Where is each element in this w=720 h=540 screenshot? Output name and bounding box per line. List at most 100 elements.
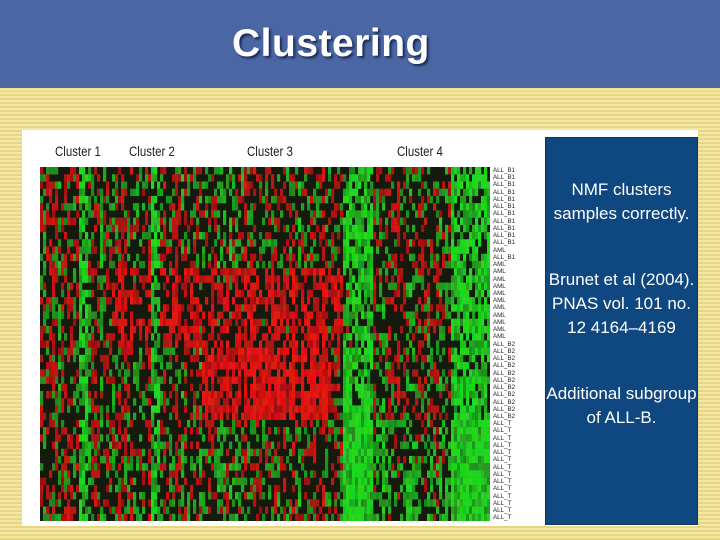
heatmap-cell (445, 311, 449, 319)
heatmap-cell (358, 174, 362, 182)
heatmap-cell (271, 217, 275, 225)
heatmap-cell (265, 376, 269, 384)
heatmap-cell (388, 412, 392, 421)
heatmap-cell (178, 506, 182, 514)
heatmap-cell (451, 167, 455, 175)
heatmap-cell (136, 289, 140, 298)
heatmap-cell (382, 376, 386, 384)
heatmap-cell (463, 441, 467, 449)
heatmap-cell (268, 390, 272, 399)
heatmap-cell (97, 499, 101, 507)
heatmap-cell (322, 174, 326, 182)
heatmap-cell (223, 239, 227, 247)
heatmap-cell (109, 369, 113, 377)
heatmap-cell (229, 188, 233, 197)
heatmap-cell (487, 318, 490, 327)
heatmap-cell (367, 253, 371, 262)
heatmap-cell (382, 470, 386, 478)
heatmap-cell (367, 340, 371, 348)
heatmap-cell (268, 347, 272, 356)
heatmap-cell (52, 311, 56, 319)
heatmap-cell (238, 492, 242, 500)
heatmap-cell (88, 455, 92, 464)
heatmap-cell (214, 463, 218, 471)
heatmap-cell (208, 195, 212, 204)
heatmap-cell (100, 282, 104, 291)
heatmap-cell (49, 354, 53, 363)
heatmap-cell (481, 499, 485, 507)
heatmap-cell (190, 297, 194, 305)
heatmap-cell (46, 492, 50, 500)
heatmap-cell (274, 325, 278, 334)
heatmap-cell (373, 333, 377, 341)
heatmap-cell (358, 369, 362, 377)
heatmap-cell (451, 217, 455, 225)
heatmap-cell (349, 167, 353, 175)
heatmap-cell (376, 246, 380, 254)
heatmap-cell (241, 333, 245, 341)
heatmap-cell (352, 470, 356, 478)
heatmap-cell (307, 297, 311, 305)
heatmap-cell (202, 412, 206, 421)
heatmap-cell (286, 167, 290, 175)
heatmap-cell (199, 470, 203, 478)
heatmap-cell (124, 239, 128, 247)
heatmap-cell (478, 333, 482, 341)
heatmap-cell (217, 376, 221, 384)
heatmap-cell (346, 470, 350, 478)
heatmap-cell (433, 470, 437, 478)
heatmap-cell (280, 304, 284, 312)
heatmap-cell (346, 405, 350, 413)
heatmap-cell (373, 484, 377, 493)
heatmap-cell (472, 513, 476, 521)
heatmap-cell (163, 232, 167, 240)
heatmap-cell (340, 441, 344, 449)
heatmap-cell (472, 354, 476, 363)
heatmap-cell (331, 419, 335, 428)
heatmap-cell (319, 477, 323, 486)
heatmap-cell (43, 412, 47, 421)
heatmap-cell (445, 289, 449, 298)
heatmap-cell (157, 405, 161, 413)
heatmap-cell (463, 239, 467, 247)
heatmap-cell (364, 419, 368, 428)
heatmap-cell (73, 398, 77, 406)
heatmap-cell (52, 347, 56, 356)
heatmap-cell (49, 304, 53, 312)
heatmap-cell (247, 167, 251, 175)
heatmap-cell (253, 419, 257, 428)
heatmap-cell (241, 174, 245, 182)
heatmap-cell (181, 362, 185, 370)
heatmap-cell (265, 318, 269, 327)
heatmap-cell (85, 318, 89, 327)
heatmap-cell (154, 246, 158, 254)
heatmap-cell (85, 195, 89, 204)
heatmap-cell (73, 253, 77, 262)
heatmap-cell (370, 203, 374, 211)
heatmap-cell (343, 333, 347, 341)
heatmap-cell (211, 448, 215, 457)
heatmap-cell (469, 499, 473, 507)
heatmap-cell (73, 174, 77, 182)
heatmap-cell (427, 405, 431, 413)
heatmap-cell (211, 325, 215, 334)
heatmap-cell (463, 203, 467, 211)
heatmap-cell (235, 253, 239, 262)
heatmap-cell (319, 412, 323, 421)
heatmap-cell (394, 260, 398, 269)
heatmap-cell (151, 362, 155, 370)
heatmap-cell (355, 224, 359, 233)
heatmap-cell (337, 441, 341, 449)
heatmap-cell (73, 427, 77, 435)
heatmap-cell (220, 390, 224, 399)
heatmap-cell (244, 463, 248, 471)
heatmap-cell (262, 217, 266, 225)
heatmap-cell (367, 369, 371, 377)
heatmap-cell (61, 513, 65, 521)
heatmap-cell (484, 448, 488, 457)
heatmap-cell (418, 268, 422, 276)
heatmap-cell (163, 448, 167, 457)
heatmap-cell (193, 325, 197, 334)
heatmap-cell (214, 239, 218, 247)
heatmap-cell (475, 484, 479, 493)
